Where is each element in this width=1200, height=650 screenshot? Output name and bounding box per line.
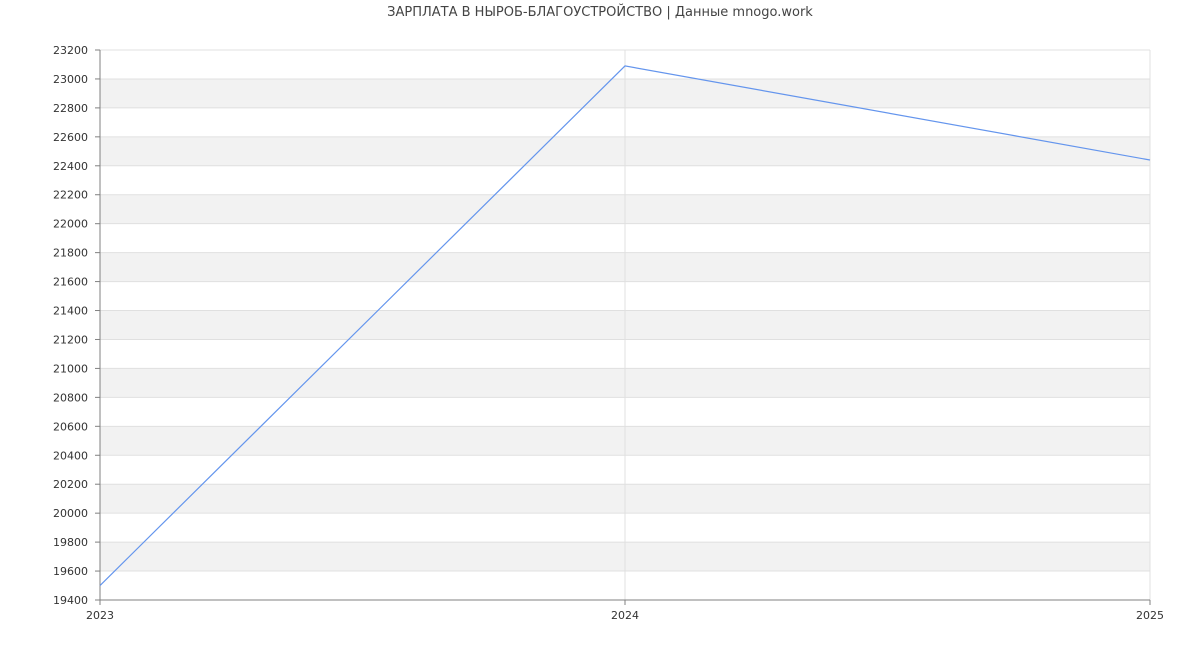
- y-tick-label: 20200: [53, 478, 88, 491]
- y-tick-label: 19600: [53, 565, 88, 578]
- y-tick-label: 21000: [53, 362, 88, 375]
- y-tick-label: 21600: [53, 276, 88, 289]
- y-tick-label: 19800: [53, 536, 88, 549]
- y-tick-label: 19400: [53, 594, 88, 607]
- y-tick-label: 22000: [53, 218, 88, 231]
- y-tick-label: 21800: [53, 247, 88, 260]
- chart-plot-area: 19400 19600 19800 20000 20200 20400 20600 20800…: [53, 44, 1164, 622]
- x-tick-label: 2024: [611, 609, 639, 622]
- y-tick-label: 23200: [53, 44, 88, 57]
- y-tick-label: 20400: [53, 449, 88, 462]
- x-tick-label: 2025: [1136, 609, 1164, 622]
- y-tick-label: 22800: [53, 102, 88, 115]
- x-tick-label: 2023: [86, 609, 114, 622]
- y-tick-label: 22600: [53, 131, 88, 144]
- y-tick-label: 22400: [53, 160, 88, 173]
- y-tick-label: 23000: [53, 73, 88, 86]
- y-tick-labels: 19400 19600 19800 20000 20200 20400 20600 20800…: [53, 44, 88, 607]
- y-tick-label: 22200: [53, 189, 88, 202]
- y-tick-label: 20000: [53, 507, 88, 520]
- x-tick-labels: 2023 2024 2025: [86, 609, 1164, 622]
- y-tick-label: 21200: [53, 333, 88, 346]
- y-tick-label: 20800: [53, 391, 88, 404]
- y-tick-label: 21400: [53, 305, 88, 318]
- y-tick-label: 20600: [53, 420, 88, 433]
